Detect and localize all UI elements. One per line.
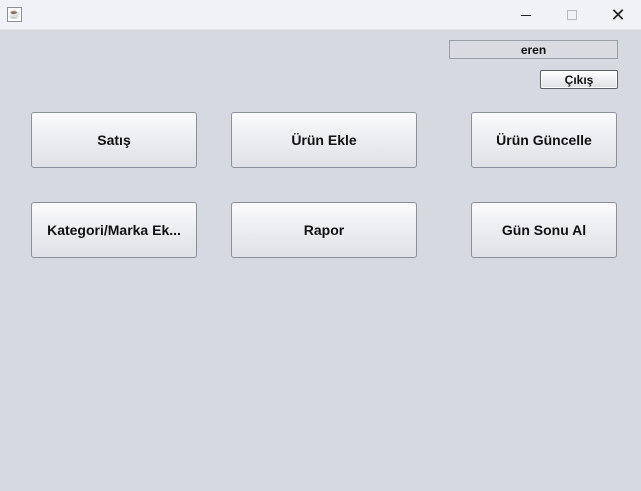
end-of-day-button[interactable]: Gün Sonu Al	[471, 202, 617, 258]
minimize-icon	[521, 14, 531, 16]
java-cup-icon: ☕	[7, 7, 22, 22]
maximize-button[interactable]	[549, 0, 595, 30]
add-category-brand-button[interactable]: Kategori/Marka Ek...	[31, 202, 197, 258]
report-button[interactable]: Rapor	[231, 202, 417, 258]
close-button[interactable]: ✕	[595, 0, 641, 30]
update-product-button[interactable]: Ürün Güncelle	[471, 112, 617, 168]
app-window: ☕ ✕ eren Çıkış Satış Ürün Ekle Ürün Günc…	[0, 0, 641, 491]
username-field: eren	[449, 40, 618, 59]
logout-button[interactable]: Çıkış	[540, 70, 618, 89]
title-bar: ☕ ✕	[0, 0, 641, 30]
maximize-icon	[567, 10, 577, 20]
sales-button[interactable]: Satış	[31, 112, 197, 168]
minimize-button[interactable]	[503, 0, 549, 30]
add-product-button[interactable]: Ürün Ekle	[231, 112, 417, 168]
close-icon: ✕	[610, 4, 626, 26]
